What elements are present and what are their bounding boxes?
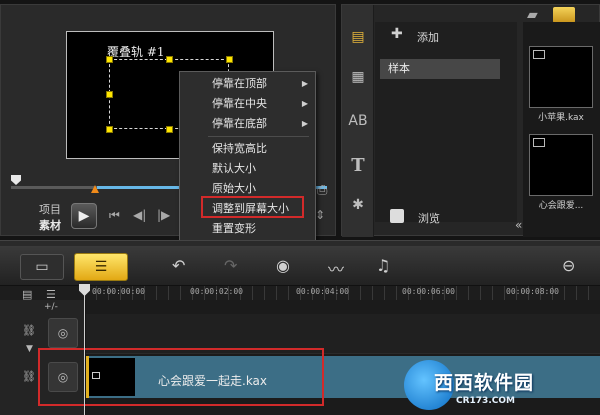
menu-item-label: 保持宽高比: [212, 142, 267, 155]
track-link-icon[interactable]: ⛓: [22, 370, 36, 383]
ruler-label: 00:00:04:00: [296, 287, 349, 296]
resize-arrows-icon[interactable]: ⇕: [315, 208, 325, 222]
resize-handle-bottom[interactable]: [166, 126, 173, 133]
menu-item-dock-bottom[interactable]: 停靠在底部 ▶: [180, 114, 315, 134]
clip-type-icon: [533, 138, 545, 147]
menu-item-reset-transform[interactable]: 重置变形: [180, 219, 315, 239]
mode-project-label[interactable]: 项目: [39, 201, 61, 217]
snapshot-icon[interactable]: ⎙: [317, 183, 327, 198]
menu-item-dock-center[interactable]: 停靠在中央 ▶: [180, 94, 315, 114]
go-to-start-button[interactable]: ⏮: [109, 208, 120, 223]
resize-handle-left[interactable]: [106, 91, 113, 98]
playhead-line: [84, 284, 85, 415]
transition-icon[interactable]: ▦: [348, 69, 368, 87]
submenu-arrow-icon: ▶: [301, 79, 308, 88]
ruler-label: 00:00:02:00: [190, 287, 243, 296]
menu-item-default-size[interactable]: 默认大小: [180, 159, 315, 179]
undo-icon[interactable]: ↶: [172, 256, 185, 275]
media-icon[interactable]: ▤: [348, 29, 368, 47]
annotation-highlight-box: [201, 196, 304, 218]
folder-icon[interactable]: ▰: [527, 7, 538, 23]
auto-music-icon[interactable]: ♫: [376, 256, 390, 275]
video-track-button[interactable]: ◎: [48, 318, 78, 348]
add-icon[interactable]: ✚: [391, 26, 403, 42]
storyboard-view-button[interactable]: ▭: [20, 254, 64, 280]
clip-type-icon: [533, 50, 545, 59]
menu-item-dock-top[interactable]: 停靠在顶部 ▶: [180, 74, 315, 94]
submenu-arrow-icon: ▶: [301, 119, 308, 128]
link-track-icon[interactable]: ⛓: [22, 324, 36, 337]
text-t-icon[interactable]: T: [348, 155, 368, 176]
watermark: 西西软件园 CR173.COM: [404, 358, 600, 415]
browse-button-label[interactable]: 浏览: [418, 210, 440, 226]
play-button[interactable]: ▶: [71, 203, 97, 229]
timeline-view-button[interactable]: ☰: [74, 253, 128, 281]
record-capture-icon[interactable]: ◉: [276, 256, 290, 275]
menu-item-keep-aspect-ratio[interactable]: 保持宽高比: [180, 139, 315, 159]
annotation-highlight-box: [38, 348, 324, 406]
menu-item-label: 停靠在中央: [212, 97, 267, 110]
expand-arrow-icon[interactable]: ▼: [26, 344, 33, 354]
track-manager-icon[interactable]: ▤: [22, 288, 32, 301]
thumbnail[interactable]: [529, 46, 593, 108]
title-ab-icon[interactable]: AB: [348, 113, 368, 131]
watermark-url: CR173.COM: [456, 396, 515, 406]
chapter-icon[interactable]: ☰: [46, 288, 56, 301]
zoom-out-icon[interactable]: ⊖: [562, 256, 575, 275]
watermark-text: 西西软件园: [434, 372, 535, 394]
redo-icon[interactable]: ↷: [224, 256, 237, 275]
menu-item-label: 默认大小: [212, 162, 256, 175]
library-thumbnails: 小苹果.kax 心会跟爱...: [523, 22, 600, 237]
thumbnail-label: 心会跟爱...: [538, 201, 584, 211]
mode-clip-label[interactable]: 素材: [39, 217, 61, 233]
ruler-label: 00:00:00:00: [92, 287, 145, 296]
view-toggle-button[interactable]: [553, 7, 575, 23]
menu-item-label: 原始大小: [212, 182, 256, 195]
resize-handle-top-right[interactable]: [226, 56, 233, 63]
menu-separator: [208, 136, 309, 137]
resize-handle-top-left[interactable]: [106, 56, 113, 63]
menu-item-label: 停靠在底部: [212, 117, 267, 130]
audio-mixer-icon[interactable]: 〰: [328, 256, 344, 280]
library-folder-list: [375, 22, 517, 222]
collapse-panel-button[interactable]: «: [515, 218, 522, 232]
previous-frame-button[interactable]: ◀|: [133, 208, 146, 222]
submenu-arrow-icon: ▶: [301, 99, 308, 108]
menu-item-label: 停靠在顶部: [212, 77, 267, 90]
overlay-track-title: 覆叠轨 #1: [107, 45, 165, 59]
filter-icon[interactable]: ✱: [348, 197, 368, 215]
add-remove-label[interactable]: +/-: [44, 302, 58, 312]
timeline-toolbar: ▭ ☰ ↶ ↷ ◉ 〰 ♫ ⊖: [0, 246, 600, 286]
thumbnail[interactable]: [529, 134, 593, 196]
scrubber-handle[interactable]: [11, 175, 21, 185]
ruler-label: 00:00:08:00: [506, 287, 559, 296]
browse-icon[interactable]: [390, 209, 404, 223]
menu-item-label: 重置变形: [212, 222, 256, 235]
add-button-label[interactable]: 添加: [417, 29, 439, 45]
resize-handle-top[interactable]: [166, 56, 173, 63]
library-panel: ▤ ▦ AB T ✱ ✚ 添加 样本 浏览 « ▰ 小苹果.kax 心会跟爱..…: [341, 4, 600, 237]
next-frame-button[interactable]: |▶: [157, 208, 170, 222]
ruler-label: 00:00:06:00: [402, 287, 455, 296]
library-folder-sample[interactable]: 样本: [380, 59, 500, 79]
resize-handle-bottom-left[interactable]: [106, 126, 113, 133]
library-category-bar: ▤ ▦ AB T ✱: [342, 5, 374, 237]
thumbnail-label: 小苹果.kax: [538, 113, 584, 123]
